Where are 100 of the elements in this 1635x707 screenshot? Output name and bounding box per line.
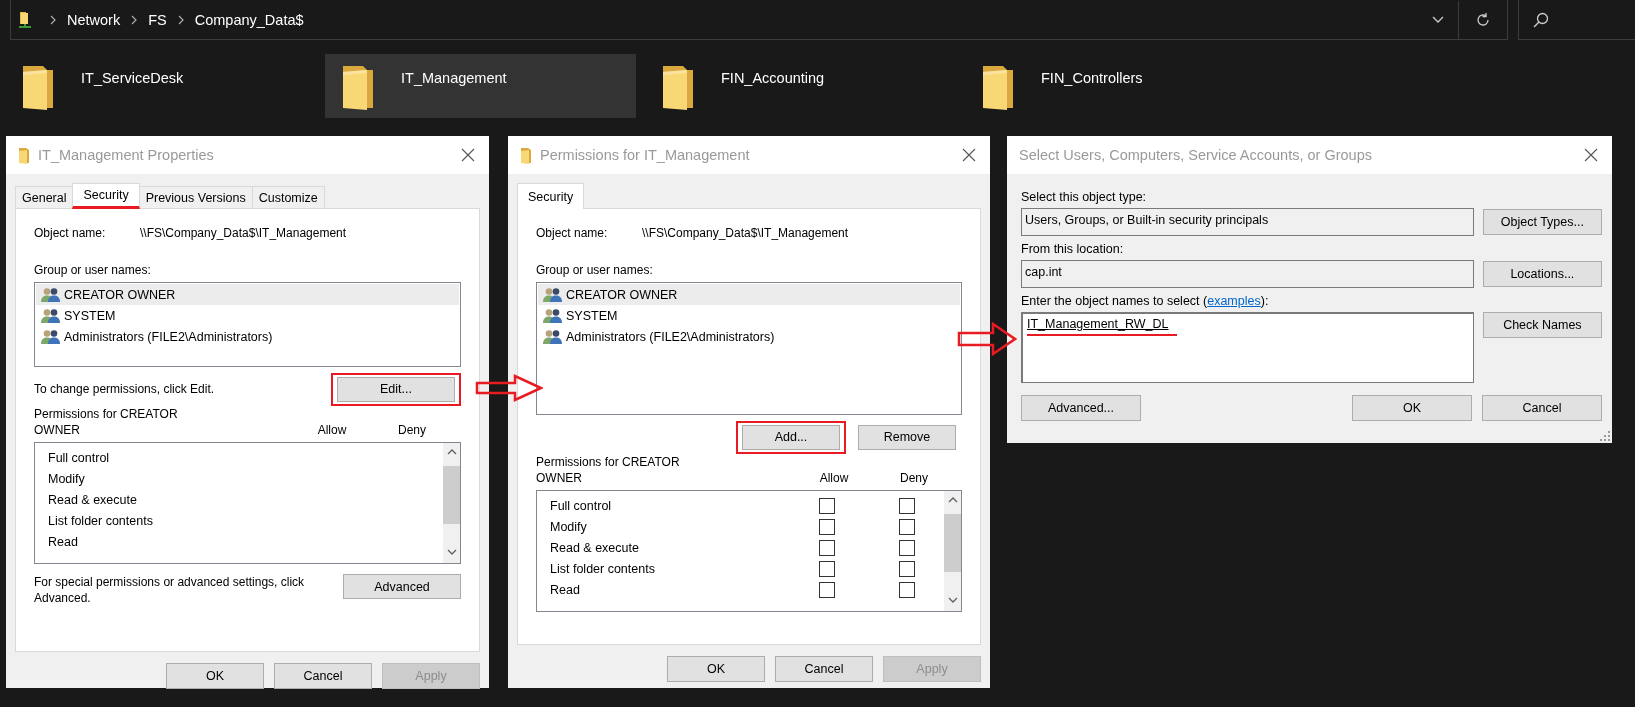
- location-field: cap.int: [1021, 260, 1474, 288]
- dialog-button[interactable]: OK: [166, 663, 264, 689]
- folder-item[interactable]: IT_Management: [325, 54, 636, 118]
- hint-text: For special permissions or advanced settings, click Advanced.: [34, 574, 306, 606]
- allow-checkbox[interactable]: [819, 518, 835, 535]
- deny-checkbox[interactable]: [899, 497, 915, 514]
- close-icon[interactable]: [1584, 148, 1598, 162]
- action-button[interactable]: Remove: [858, 424, 956, 450]
- advanced-button[interactable]: Advanced: [343, 574, 461, 599]
- deny-checkbox[interactable]: [899, 560, 915, 577]
- field-label: Select this object type:: [1021, 190, 1148, 204]
- user-list-item[interactable]: SYSTEM: [538, 305, 960, 326]
- users-icon: [41, 307, 60, 324]
- dialog-button[interactable]: OK: [1352, 395, 1472, 421]
- dialog-button[interactable]: Cancel: [1482, 395, 1602, 421]
- folder-icon: [18, 146, 30, 164]
- dialog-button[interactable]: Cancel: [274, 663, 372, 689]
- action-button[interactable]: Add...: [742, 424, 840, 450]
- refresh-icon[interactable]: [1475, 11, 1491, 28]
- breadcrumb[interactable]: Company_Data$: [194, 11, 304, 28]
- folder-icon: [520, 146, 532, 164]
- object-name-value: \\FS\Company_Data$\IT_Management: [140, 226, 347, 240]
- resize-grip-icon[interactable]: [1600, 431, 1610, 441]
- permission-name: Read & execute: [549, 540, 640, 555]
- object-name-label: Object name:: [34, 226, 107, 240]
- chevron-down-icon[interactable]: [446, 549, 457, 555]
- folder-item[interactable]: FIN_Accounting: [645, 54, 956, 118]
- users-icon: [41, 328, 60, 345]
- locations-button[interactable]: Locations...: [1482, 261, 1602, 287]
- allow-checkbox[interactable]: [819, 539, 835, 556]
- users-icon: [41, 286, 60, 303]
- folder-name: FIN_Accounting: [721, 70, 825, 86]
- allow-checkbox[interactable]: [819, 560, 835, 577]
- check-names-button[interactable]: Check Names: [1482, 312, 1602, 338]
- allow-checkbox[interactable]: [819, 497, 835, 514]
- arrow-annotation: [475, 374, 543, 402]
- examples-link[interactable]: examples: [1207, 294, 1261, 308]
- close-icon[interactable]: [962, 148, 976, 162]
- chevron-up-icon[interactable]: [947, 497, 958, 503]
- folder-name: IT_Management: [401, 70, 507, 86]
- field-label: From this location:: [1021, 242, 1125, 256]
- user-list-item[interactable]: Administrators (FILE2\Administrators): [538, 326, 960, 347]
- chevron-down-icon[interactable]: [947, 597, 958, 603]
- deny-checkbox[interactable]: [899, 518, 915, 535]
- column-header: Allow: [316, 422, 348, 438]
- arrow-annotation: [957, 322, 1017, 356]
- tab[interactable]: Customize: [251, 186, 325, 208]
- users-icon: [543, 328, 562, 345]
- object-type-field: Users, Groups, or Built-in security principals: [1021, 208, 1474, 236]
- permissions-label: Permissions for CREATOR OWNER: [536, 454, 681, 486]
- object-name-label: Object name:: [536, 226, 609, 240]
- search-icon: [1533, 11, 1549, 28]
- action-button[interactable]: Edit...: [337, 376, 455, 402]
- permission-name: Read: [47, 534, 79, 549]
- chevron-right-icon: [176, 14, 185, 25]
- permission-name: Full control: [549, 498, 613, 513]
- window-title: Select Users, Computers, Service Accounts, or Groups: [1019, 147, 1372, 163]
- field-label: Enter the object names to select (examples):: [1021, 294, 1270, 308]
- object-types-button[interactable]: Object Types...: [1482, 209, 1602, 235]
- allow-checkbox[interactable]: [819, 581, 835, 598]
- scrollbar[interactable]: [443, 443, 460, 563]
- folder-name: FIN_Controllers: [1041, 70, 1143, 86]
- folder-item[interactable]: FIN_Controllers: [965, 54, 1276, 118]
- tab[interactable]: Security: [72, 183, 140, 209]
- breadcrumb[interactable]: FS: [148, 11, 167, 28]
- search-field[interactable]: [1518, 0, 1635, 40]
- chevron-right-icon: [130, 14, 139, 25]
- folder-name: IT_ServiceDesk: [81, 70, 184, 86]
- deny-checkbox[interactable]: [899, 539, 915, 556]
- user-list-item[interactable]: Administrators (FILE2\Administrators): [36, 326, 459, 347]
- permission-name: Full control: [47, 450, 111, 465]
- object-names-field[interactable]: IT_Management_RW_DL: [1021, 312, 1474, 383]
- user-list-item[interactable]: CREATOR OWNER: [538, 284, 960, 305]
- permission-name: List folder contents: [47, 513, 154, 528]
- user-list-item[interactable]: SYSTEM: [36, 305, 459, 326]
- deny-checkbox[interactable]: [899, 581, 915, 598]
- group-list-label: Group or user names:: [34, 263, 152, 277]
- dialog-button[interactable]: OK: [667, 656, 765, 682]
- dialog-button[interactable]: Cancel: [775, 656, 873, 682]
- close-icon[interactable]: [461, 148, 475, 162]
- address-bar[interactable]: Network FS Company_Data$: [10, 0, 1508, 40]
- tab[interactable]: General: [15, 186, 74, 208]
- group-list-label: Group or user names:: [536, 263, 654, 277]
- breadcrumb[interactable]: Network: [67, 11, 121, 28]
- permissions-label: Permissions for CREATOR OWNER: [34, 406, 179, 438]
- advanced-button[interactable]: Advanced...: [1021, 395, 1141, 421]
- column-header: Deny: [397, 422, 427, 438]
- object-name-value: \\FS\Company_Data$\IT_Management: [642, 226, 849, 240]
- scrollbar-thumb[interactable]: [443, 466, 460, 524]
- folder-item[interactable]: IT_ServiceDesk: [5, 54, 316, 118]
- permission-name: Read & execute: [47, 492, 138, 507]
- permission-name: Modify: [47, 471, 86, 486]
- scrollbar[interactable]: [944, 491, 961, 611]
- column-header: Deny: [899, 470, 929, 486]
- window-title: Permissions for IT_Management: [540, 147, 750, 163]
- chevron-up-icon[interactable]: [446, 449, 457, 455]
- user-list-item[interactable]: CREATOR OWNER: [36, 284, 459, 305]
- scrollbar-thumb[interactable]: [944, 514, 961, 572]
- users-icon: [543, 307, 562, 324]
- tab[interactable]: Security: [517, 183, 585, 209]
